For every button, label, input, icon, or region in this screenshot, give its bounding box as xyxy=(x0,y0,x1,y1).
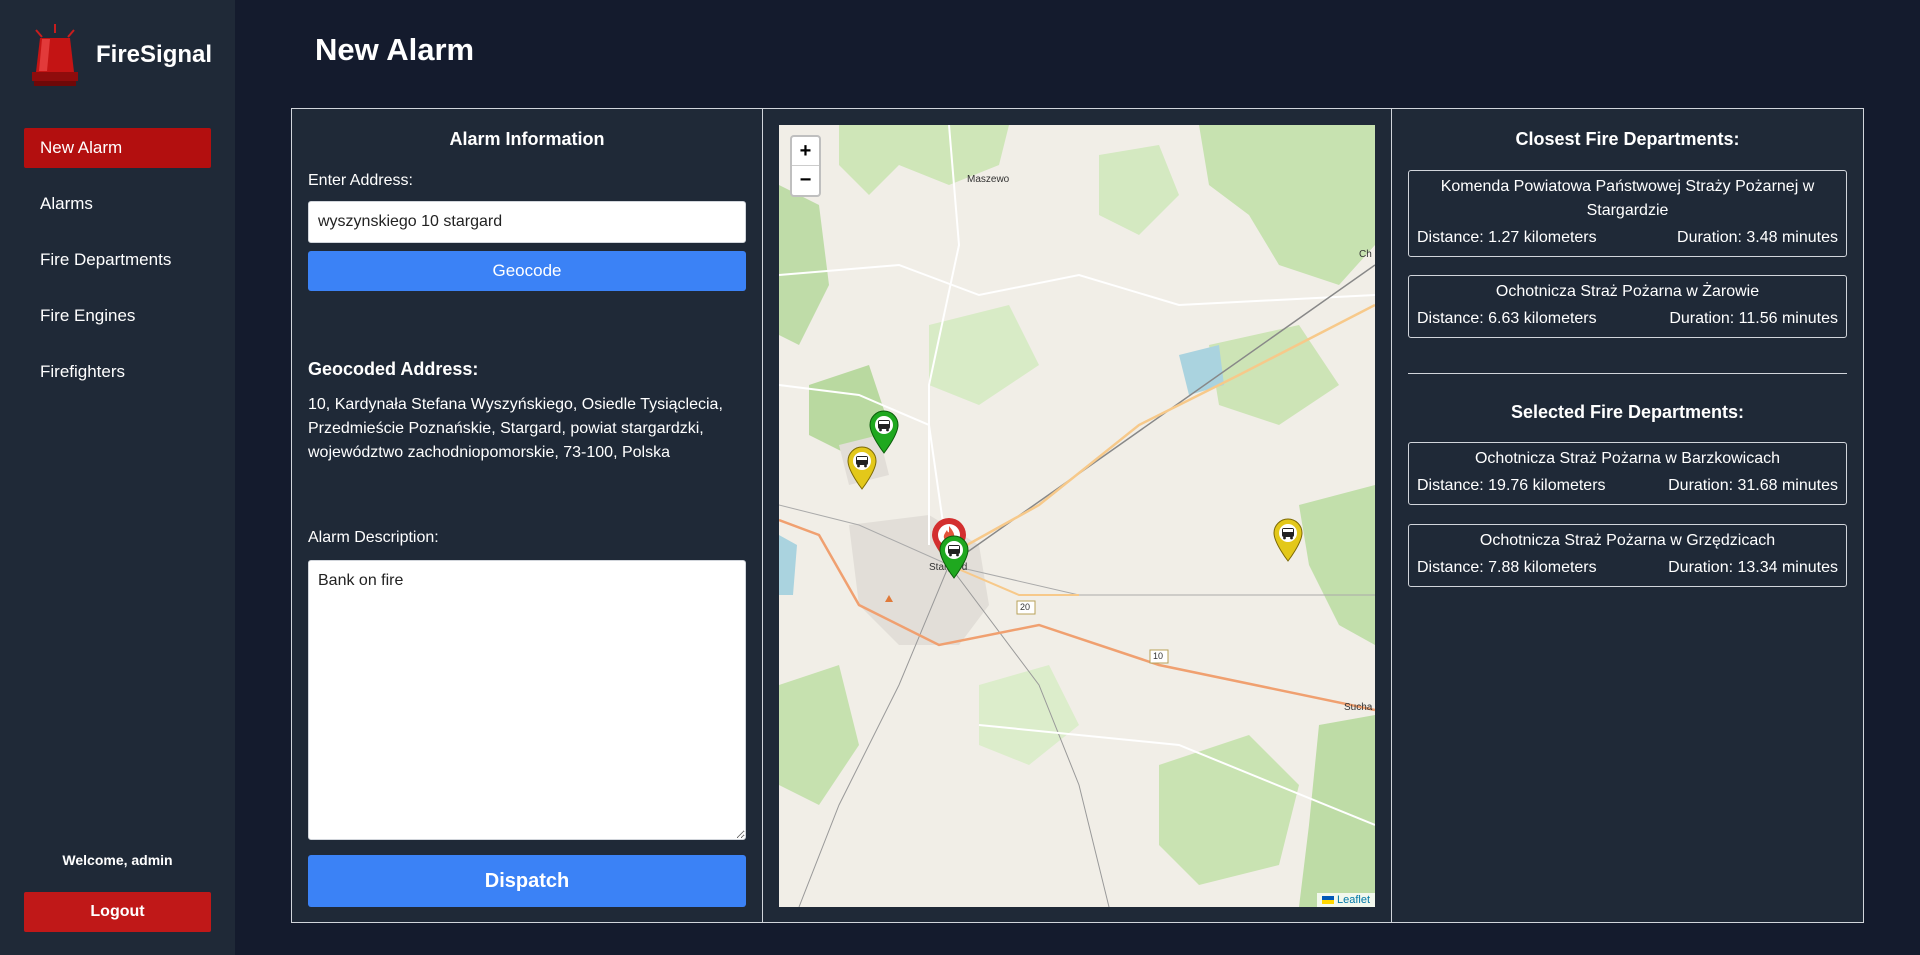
map[interactable]: Maszewo Stargard Ch Sucha 20 10 xyxy=(779,125,1375,907)
dispatch-button[interactable]: Dispatch xyxy=(308,855,746,907)
department-card[interactable]: Ochotnicza Straż Pożarna w Żarowie Dista… xyxy=(1408,275,1847,338)
ukraine-flag-icon xyxy=(1321,896,1334,905)
geocoded-address-heading: Geocoded Address: xyxy=(308,359,479,379)
selected-department-card[interactable]: Ochotnicza Straż Pożarna w Grzędzicach D… xyxy=(1408,524,1847,587)
siren-icon xyxy=(28,22,82,88)
leaflet-link[interactable]: Leaflet xyxy=(1337,894,1370,906)
place-label-ch: Ch xyxy=(1359,249,1372,260)
section-divider xyxy=(1408,373,1847,374)
department-name: Ochotnicza Straż Pożarna w Żarowie xyxy=(1495,283,1760,300)
road-number-20: 20 xyxy=(1020,602,1031,612)
app-name: FireSignal xyxy=(96,41,213,68)
department-duration: Duration: 31.68 minutes xyxy=(1668,477,1838,494)
logout-button[interactable]: Logout xyxy=(24,892,211,932)
selected-departments-heading: Selected Fire Departments: xyxy=(1510,402,1745,422)
department-name: Ochotnicza Straż Pożarna w Grzędzicach xyxy=(1479,532,1776,549)
sidebar-item-fire-departments[interactable]: Fire Departments xyxy=(24,240,211,280)
department-distance: Distance: 6.63 kilometers xyxy=(1417,310,1597,327)
department-name: Ochotnicza Straż Pożarna w Barzkowicach xyxy=(1474,450,1780,467)
department-marker-icon[interactable] xyxy=(846,445,878,496)
zoom-in-button[interactable]: + xyxy=(792,137,819,166)
address-input[interactable] xyxy=(308,201,746,243)
sidebar-item-new-alarm[interactable]: New Alarm xyxy=(24,128,211,168)
department-distance: Distance: 1.27 kilometers xyxy=(1417,229,1597,246)
zoom-control: + − xyxy=(790,135,821,197)
sidebar: FireSignal New Alarm Alarms Fire Departm… xyxy=(0,0,235,955)
description-textarea[interactable]: Bank on fire xyxy=(308,560,746,840)
sidebar-item-firefighters[interactable]: Firefighters xyxy=(24,352,211,392)
address-label: Enter Address: xyxy=(308,172,413,189)
department-duration: Duration: 11.56 minutes xyxy=(1669,310,1838,327)
alarm-information-panel: Alarm Information Enter Address: Geocode… xyxy=(291,108,763,923)
zoom-out-button[interactable]: − xyxy=(792,166,819,195)
map-attribution[interactable]: Leaflet xyxy=(1316,893,1375,907)
map-panel: Maszewo Stargard Ch Sucha 20 10 xyxy=(762,108,1392,923)
description-label: Alarm Description: xyxy=(308,529,439,546)
map-tiles xyxy=(779,125,1375,907)
department-marker-icon[interactable] xyxy=(1272,517,1304,568)
selected-department-marker-icon[interactable] xyxy=(938,534,970,585)
page-title: New Alarm xyxy=(315,32,475,67)
sidebar-item-fire-engines[interactable]: Fire Engines xyxy=(24,296,211,336)
department-name: Komenda Powiatowa Państwowej Straży Poża… xyxy=(1440,178,1815,219)
department-card[interactable]: Komenda Powiatowa Państwowej Straży Poża… xyxy=(1408,170,1847,257)
welcome-text: Welcome, admin xyxy=(62,852,173,868)
selected-department-card[interactable]: Ochotnicza Straż Pożarna w Barzkowicach … xyxy=(1408,442,1847,505)
department-distance: Distance: 7.88 kilometers xyxy=(1417,559,1597,576)
place-label-maszewo: Maszewo xyxy=(967,174,1010,185)
road-number-10: 10 xyxy=(1153,651,1164,661)
department-distance: Distance: 19.76 kilometers xyxy=(1417,477,1606,494)
sidebar-item-alarms[interactable]: Alarms xyxy=(24,184,211,224)
brand[interactable]: FireSignal xyxy=(28,22,212,88)
geocoded-address-text: 10, Kardynała Stefana Wyszyńskiego, Osie… xyxy=(308,396,723,461)
place-label-sucha: Sucha xyxy=(1344,702,1373,713)
fire-departments-panel: Closest Fire Departments: Komenda Powiat… xyxy=(1391,108,1864,923)
department-duration: Duration: 13.34 minutes xyxy=(1668,559,1838,576)
closest-departments-heading: Closest Fire Departments: xyxy=(1515,129,1740,149)
alarm-information-heading: Alarm Information xyxy=(449,129,605,149)
department-duration: Duration: 3.48 minutes xyxy=(1677,229,1838,246)
geocode-button[interactable]: Geocode xyxy=(308,251,746,291)
